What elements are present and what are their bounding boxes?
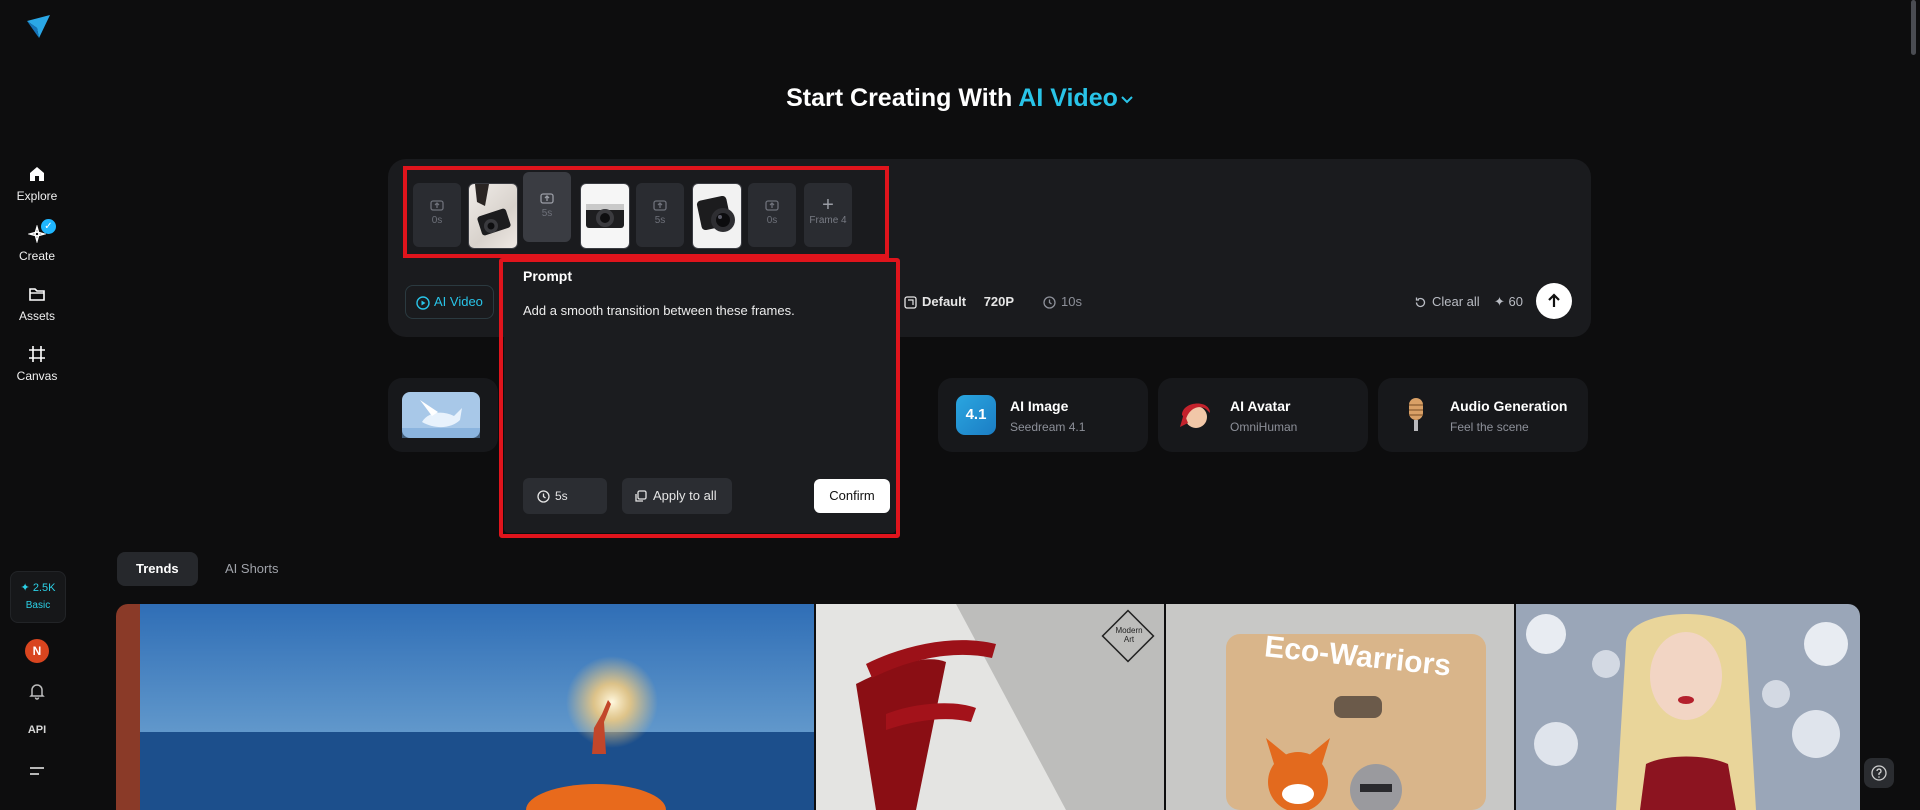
- submit-button[interactable]: [1536, 283, 1572, 319]
- app-logo[interactable]: [24, 12, 52, 40]
- duration-label: 10s: [1061, 294, 1082, 309]
- aspect-label: Default: [922, 294, 967, 309]
- question-icon: [1871, 765, 1887, 781]
- avatar[interactable]: N: [25, 639, 49, 663]
- gallery-image-portrait: [1516, 604, 1860, 810]
- nav-canvas-label: Canvas: [16, 369, 58, 383]
- ai-image-icon-badge: 4.1: [965, 406, 987, 423]
- clear-all-button[interactable]: Clear all: [1414, 294, 1480, 309]
- modern-art-badge: Modern Art: [1115, 626, 1143, 644]
- nav-explore-label: Explore: [16, 189, 58, 203]
- card-title: AI Image: [1010, 398, 1069, 414]
- duration-selector[interactable]: 10s: [1043, 294, 1082, 309]
- pegasus-thumbnail: [402, 392, 480, 438]
- help-button[interactable]: [1864, 758, 1894, 788]
- feature-card-partial[interactable]: [388, 378, 498, 452]
- page-title: Start Creating With AI Video: [0, 84, 1920, 113]
- tab-trends[interactable]: Trends: [117, 552, 198, 586]
- menu-icon[interactable]: [29, 765, 45, 779]
- gallery-item[interactable]: [116, 604, 814, 810]
- card-title: AI Avatar: [1230, 398, 1291, 414]
- mode-selector-label: AI Video: [1018, 84, 1118, 112]
- refresh-icon: [1415, 297, 1426, 308]
- home-icon: [30, 167, 44, 181]
- resolution-label: 720P: [983, 294, 1015, 309]
- nav-explore[interactable]: Explore: [0, 165, 74, 203]
- nav-assets-label: Assets: [18, 309, 55, 323]
- gallery-image-sea: [116, 604, 814, 810]
- gallery-image-toy: [1166, 604, 1514, 810]
- microphone-icon: [1409, 398, 1423, 431]
- arrow-up-icon: [1548, 293, 1560, 307]
- mode-selector[interactable]: AI Video: [1018, 84, 1134, 112]
- bell-icon[interactable]: [28, 682, 46, 700]
- credits-amount: 2.5K: [32, 582, 56, 594]
- gallery-item[interactable]: Eco-Warriors: [1166, 604, 1514, 810]
- aspect-icon: [904, 296, 917, 309]
- card-subtitle: OmniHuman: [1230, 420, 1298, 434]
- clock-icon: [1043, 296, 1056, 309]
- frames-highlight: [403, 166, 889, 258]
- plan-label: Basic: [25, 600, 51, 611]
- chevron-down-icon: [1121, 96, 1133, 104]
- tab-ai-shorts[interactable]: AI Shorts: [206, 552, 297, 586]
- mode-chip[interactable]: AI Video: [405, 285, 494, 319]
- card-subtitle: Feel the scene: [1450, 420, 1529, 434]
- star-icon: ✦: [1494, 294, 1505, 309]
- feature-card-ai-image[interactable]: 4.1 AI Image Seedream 4.1: [938, 378, 1148, 452]
- nav-create-label: Create: [18, 249, 56, 263]
- nav-create[interactable]: ✓ Create: [0, 219, 74, 263]
- nav-canvas[interactable]: Canvas: [0, 345, 74, 383]
- popup-highlight: [499, 258, 900, 538]
- mode-chip-label: AI Video: [434, 294, 483, 309]
- credit-cost: ✦ 60: [1494, 294, 1523, 310]
- avatar-character-icon: [1180, 403, 1210, 428]
- sidebar: Explore ✓ Create Assets Canvas ✦ 2.5K Ba…: [0, 0, 74, 810]
- card-title: Audio Generation: [1450, 398, 1568, 414]
- folder-icon: [29, 288, 45, 301]
- api-link[interactable]: API: [0, 724, 74, 736]
- star-icon: ✦: [20, 582, 30, 594]
- credits-card[interactable]: ✦ 2.5K Basic: [10, 571, 66, 623]
- feature-card-audio[interactable]: Audio Generation Feel the scene: [1378, 378, 1588, 452]
- ai-image-icon: 4.1: [956, 395, 996, 435]
- gallery-item[interactable]: [1516, 604, 1860, 810]
- nav-assets[interactable]: Assets: [0, 285, 74, 323]
- video-icon: [416, 295, 430, 310]
- clear-all-label: Clear all: [1432, 294, 1480, 309]
- feature-card-ai-avatar[interactable]: AI Avatar OmniHuman: [1158, 378, 1368, 452]
- check-badge-icon: ✓: [41, 219, 56, 234]
- page-scrollbar[interactable]: [1911, 0, 1916, 55]
- canvas-icon: [29, 346, 45, 362]
- title-prefix: Start Creating With: [786, 84, 1013, 112]
- credit-cost-value: 60: [1508, 294, 1523, 309]
- aspect-selector[interactable]: Default 720P: [904, 294, 1014, 309]
- card-subtitle: Seedream 4.1: [1010, 420, 1086, 434]
- gallery-item[interactable]: Modern Art: [816, 604, 1164, 810]
